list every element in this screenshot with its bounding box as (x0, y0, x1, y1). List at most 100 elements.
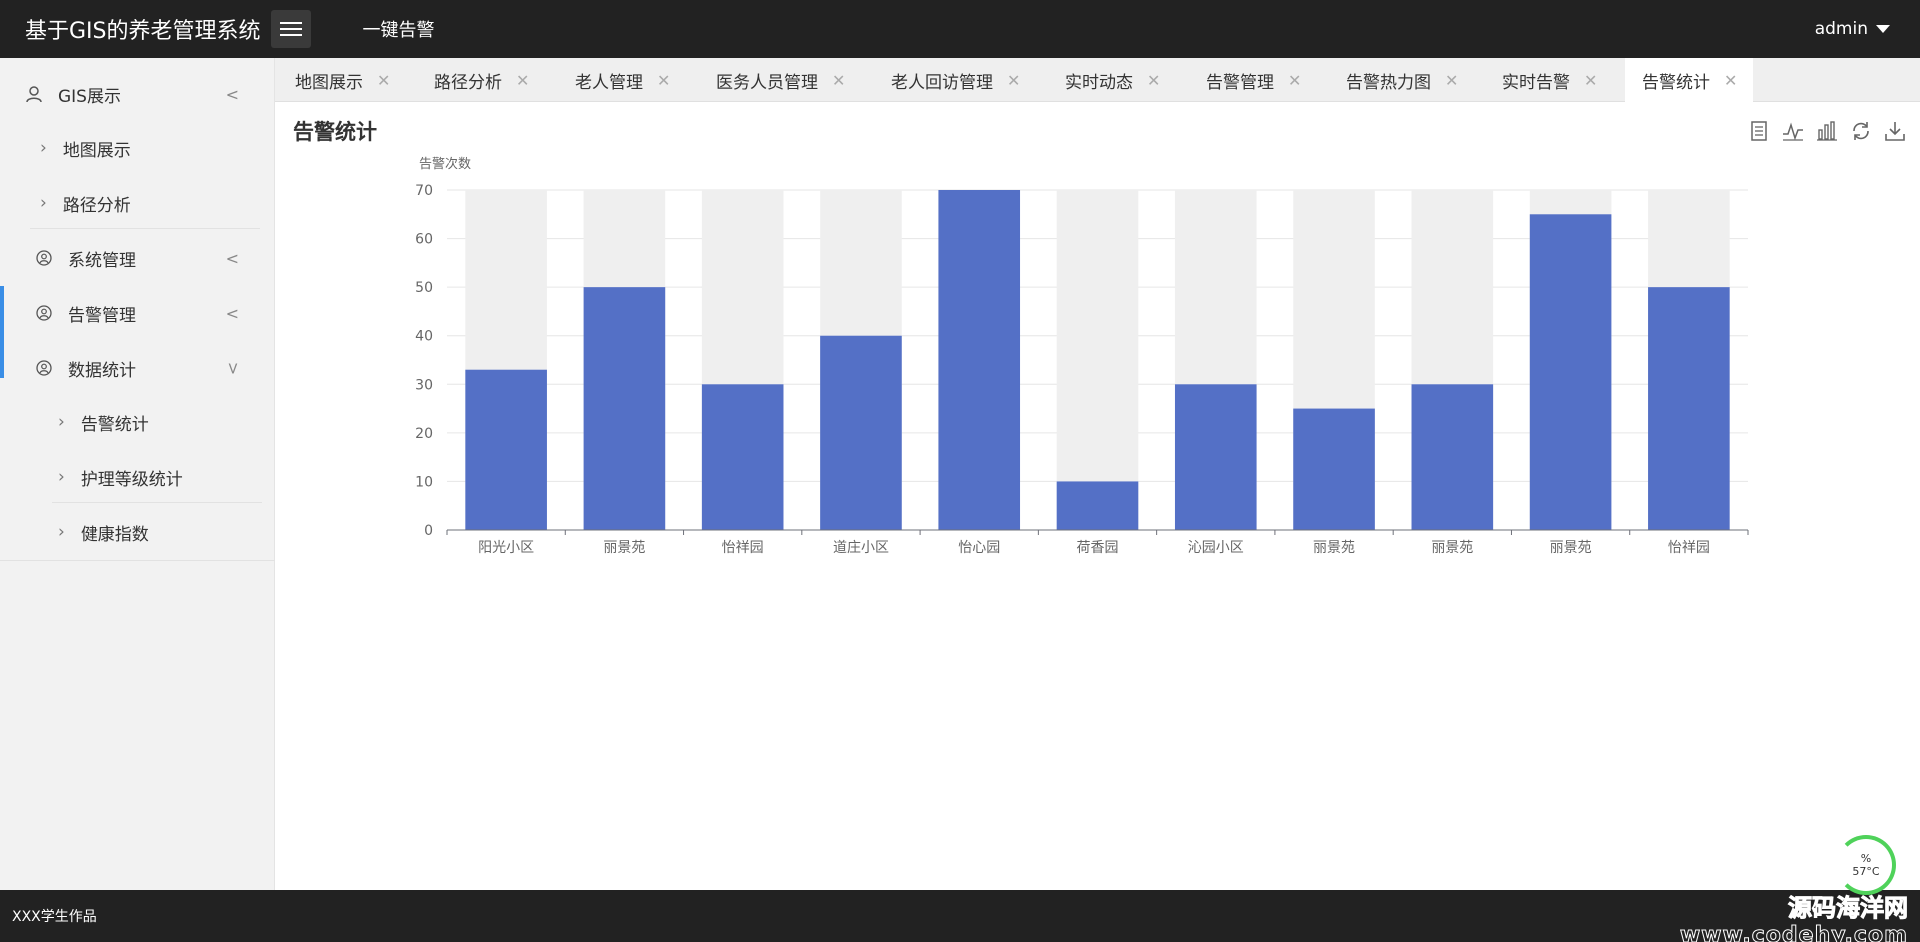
close-icon[interactable]: ✕ (1288, 71, 1301, 90)
chevron-left-icon: < (225, 248, 239, 268)
close-icon[interactable]: ✕ (1147, 71, 1160, 90)
sidebar-item-alarm[interactable]: 告警管理 < (0, 287, 275, 339)
sidebar-item-care-level[interactable]: › 护理等级统计 (0, 451, 275, 503)
sidebar-item-alarm-statistics[interactable]: › 告警统计 (0, 396, 275, 448)
x-tick-label: 怡心园 (958, 540, 1000, 556)
watermark: 源码海洋网 www.codehy.com (1679, 888, 1908, 942)
tab-label: 实时告警 (1502, 72, 1570, 93)
sidebar-item-health-index[interactable]: › 健康指数 (0, 506, 275, 558)
close-icon[interactable]: ✕ (1584, 71, 1597, 90)
tab-label: 告警热力图 (1346, 72, 1431, 93)
refresh-icon (1853, 122, 1869, 140)
x-tick-label: 丽景苑 (1550, 540, 1592, 556)
sidebar-item-gis[interactable]: GIS展示 < (0, 68, 275, 120)
chart-toolbox (1748, 120, 1906, 142)
tab-elderly[interactable]: 老人管理 ✕ (575, 58, 670, 102)
bar (701, 384, 784, 530)
tab-label: 实时动态 (1065, 72, 1133, 93)
user-icon (26, 86, 42, 103)
y-tick-label: 20 (415, 426, 433, 442)
close-icon[interactable]: ✕ (1007, 71, 1020, 90)
x-tick-label: 荷香园 (1077, 540, 1119, 556)
tab-alarm-heatmap[interactable]: 告警热力图 ✕ (1346, 58, 1458, 102)
monitor-percent: % (1860, 852, 1872, 865)
divider (0, 560, 275, 561)
data-view-button[interactable] (1748, 120, 1770, 142)
bar (1529, 214, 1612, 530)
bar-chart-button[interactable] (1816, 120, 1838, 142)
user-circle-icon (36, 360, 52, 376)
sidebar-item-label: 告警统计 (80, 414, 149, 435)
chevron-right-icon: › (58, 467, 65, 487)
sidebar-item-label: 系统管理 (68, 250, 136, 271)
user-menu[interactable]: admin (1815, 0, 1890, 58)
performance-monitor-widget[interactable]: % 57°C (1836, 835, 1896, 895)
y-tick-label: 10 (415, 474, 433, 490)
footer: XXX学生作品 (0, 890, 1920, 942)
sidebar-item-route[interactable]: › 路径分析 (0, 177, 275, 229)
close-icon[interactable]: ✕ (377, 71, 390, 90)
menu-toggle-button[interactable] (270, 10, 311, 48)
y-tick-label: 30 (415, 377, 433, 393)
chevron-left-icon: < (225, 84, 239, 104)
sidebar-item-label: GIS展示 (58, 86, 121, 107)
one-click-alarm-link[interactable]: 一键告警 (363, 16, 435, 42)
tab-map[interactable]: 地图展示 ✕ (275, 58, 390, 102)
tab-label: 医务人员管理 (716, 72, 818, 93)
chevron-right-icon: › (58, 412, 65, 432)
bar (465, 369, 547, 530)
watermark-cn: 源码海洋网 (1787, 894, 1908, 923)
main-content: 告警统计 告警次数 0 10 20 30 40 50 60 70 阳光小区 丽景苑 怡祥园 道庄小区 怡心… (275, 102, 1920, 890)
x-tick-label: 丽景苑 (1313, 540, 1355, 556)
sidebar-item-statistics[interactable]: 数据统计 < (0, 342, 275, 394)
x-tick-label: 沁园小区 (1188, 540, 1244, 556)
bar (583, 287, 666, 530)
app-title: 基于GIS的养老管理系统 (25, 19, 261, 44)
x-tick-label: 丽景苑 (603, 540, 645, 556)
bar (938, 190, 1021, 530)
tab-alarm-statistics[interactable]: 告警统计 ✕ (1625, 58, 1754, 102)
close-icon[interactable]: ✕ (1445, 71, 1458, 90)
y-tick-label: 40 (415, 329, 433, 345)
bar (820, 335, 902, 530)
bar-background (1056, 190, 1139, 530)
bar (1174, 384, 1257, 530)
y-tick-label: 60 (415, 232, 433, 248)
tab-realtime-alarm[interactable]: 实时告警 ✕ (1502, 58, 1597, 102)
sidebar-item-label: 路径分析 (62, 195, 131, 216)
y-tick-label: 70 (415, 183, 433, 199)
close-icon[interactable]: ✕ (516, 71, 529, 90)
x-tick-label: 怡祥园 (1668, 540, 1710, 556)
user-circle-icon (36, 305, 52, 321)
x-tick-label: 道庄小区 (833, 539, 889, 556)
close-icon[interactable]: ✕ (657, 71, 670, 90)
user-circle-icon (36, 250, 52, 266)
line-chart-button[interactable] (1782, 120, 1804, 142)
caret-down-icon (1876, 25, 1890, 33)
sidebar: GIS展示 < › 地图展示 › 路径分析 系统管理 < 告警管理 < 数据统计… (0, 58, 275, 890)
refresh-button[interactable] (1850, 120, 1872, 142)
tab-alarm-management[interactable]: 告警管理 ✕ (1206, 58, 1301, 102)
x-tick-label: 阳光小区 (478, 540, 534, 556)
download-button[interactable] (1884, 120, 1906, 142)
sidebar-item-map[interactable]: › 地图展示 (0, 122, 275, 174)
tab-revisit[interactable]: 老人回访管理 ✕ (891, 58, 1020, 102)
y-tick-label: 50 (415, 280, 433, 296)
tab-medical-staff[interactable]: 医务人员管理 ✕ (716, 58, 845, 102)
page-title: 告警统计 (293, 120, 377, 144)
tab-realtime[interactable]: 实时动态 ✕ (1065, 58, 1160, 102)
tab-label: 告警管理 (1206, 72, 1274, 93)
chevron-right-icon: › (58, 522, 65, 542)
sidebar-item-system[interactable]: 系统管理 < (0, 232, 275, 284)
close-icon[interactable]: ✕ (1724, 71, 1737, 90)
chevron-right-icon: › (40, 193, 47, 213)
watermark-en: www.codehy.com (1679, 923, 1908, 942)
tab-label: 老人回访管理 (891, 72, 993, 93)
tab-route[interactable]: 路径分析 ✕ (434, 58, 529, 102)
line-chart-icon (1783, 122, 1803, 141)
close-icon[interactable]: ✕ (832, 71, 845, 90)
alarm-statistics-bar-chart: 告警次数 0 10 20 30 40 50 60 70 阳光小区 丽景苑 怡祥园 道庄小区 怡心园 荷香园 沁… (415, 156, 1749, 556)
tab-label: 老人管理 (575, 72, 643, 93)
chevron-down-icon: < (222, 361, 242, 375)
sidebar-item-label: 数据统计 (68, 360, 136, 381)
